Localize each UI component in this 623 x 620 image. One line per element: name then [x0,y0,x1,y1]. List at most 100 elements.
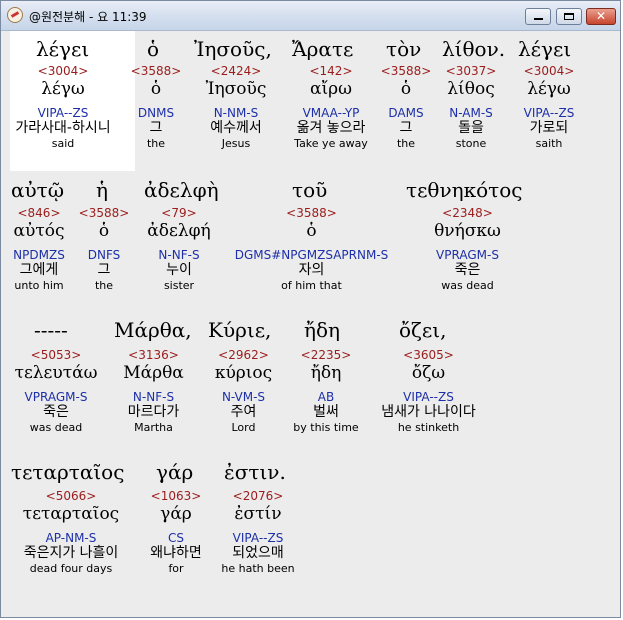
morph-code: VPRAGM-S [436,248,499,262]
surface-word[interactable]: Ἰησοῦς, [194,37,272,61]
surface-word[interactable]: τεθνηκότος [406,178,522,202]
word-analysis[interactable]: <3588> ὁ DAMS 그 the [376,64,436,151]
english-gloss: he hath been [221,562,295,575]
word-analysis[interactable]: <142> αἴρω VMAA--YP 옮겨 놓으라 Take ye away [281,64,381,151]
word-analysis[interactable]: <2235> ἤδη AB 벌써 by this time [276,348,376,435]
strong-number: <3588> [380,64,432,78]
surface-word[interactable]: λέγει [36,37,89,61]
strong-number: <2076> [232,489,284,503]
surface-word[interactable]: αὐτῷ [11,178,64,202]
surface-word[interactable]: λίθον. [442,37,505,61]
word-analysis[interactable]: <5066> τεταρταῖος AP-NM-S 죽은지가 나흘이 dead … [6,489,136,576]
strong-number: <846> [17,206,61,220]
surface-word[interactable]: γάρ [156,460,193,484]
surface-word[interactable]: ἡ [96,178,108,202]
word-analysis[interactable]: <3004> λέγω VIPA--ZS 가라사대-하시니 said [3,64,123,151]
english-gloss: dead four days [29,562,113,575]
strong-number: <142> [309,64,353,78]
surface-word[interactable]: λέγει [518,37,571,61]
morph-code: AB [317,390,335,404]
surface-word[interactable]: ἀδελφὴ [144,178,219,202]
word-analysis[interactable]: <3588> ὁ DGMS#NPGMZSAPRNM-S 자의 of him th… [224,206,399,293]
lemma: λίθος [447,79,495,99]
word-analysis[interactable]: <2076> ἐστίν VIPA--ZS 되었으매 he hath been [213,489,303,576]
english-gloss: Lord [231,421,256,434]
title-bar[interactable]: @원전분해 - 요 11:39 ✕ [1,1,620,31]
app-logo-icon [7,7,23,23]
word-analysis[interactable]: <3037> λίθος N-AM-S 돌을 stone [436,64,506,151]
word-analysis[interactable]: <2424> Ἰησοῦς N-NM-S 예수께서 Jesus [191,64,281,151]
lemma: ὁ [150,79,162,99]
surface-word[interactable]: ὁ [147,37,159,61]
korean-gloss: 벌써 [313,404,339,420]
word-analysis[interactable]: <1063> γάρ CS 왜냐하면 for [136,489,216,576]
morph-code: VIPA--ZS [232,531,284,545]
app-window: @원전분해 - 요 11:39 ✕ λέγει ὁ Ἰησοῦς, Ἄρατε … [0,0,621,618]
close-button[interactable]: ✕ [586,8,616,25]
maximize-button[interactable] [556,8,582,25]
lemma: λέγω [41,79,85,99]
word-analysis[interactable]: <3004> λέγω VIPA--ZS 가로되 saith [509,64,589,151]
morph-code: N-NF-S [132,390,175,404]
strong-number: <3588> [78,206,130,220]
word-analysis[interactable]: <3588> ὁ DNMS 그 the [121,64,191,151]
surface-word[interactable]: ὄζει, [399,318,446,342]
surface-word[interactable]: Ἄρατε [292,37,353,61]
korean-gloss: 되었으매 [232,545,284,561]
korean-gloss: 그 [97,262,111,278]
word-analysis[interactable]: <2962> κύριος N-VM-S 주여 Lord [201,348,286,435]
lemma: θνήσκω [434,221,501,241]
english-gloss: saith [535,137,563,150]
lemma: αὐτός [13,221,65,241]
korean-gloss: 죽은 [454,262,481,278]
morph-code: CS [168,531,184,545]
english-gloss: was dead [29,421,83,434]
korean-gloss: 누이 [166,262,192,278]
morph-code: N-NM-S [213,106,259,120]
word-analysis[interactable]: <3588> ὁ DNFS 그 the [74,206,134,293]
word-analysis[interactable]: <3605> ὄζω VIPA--ZS 냄새가 나나이다 he stinketh [366,348,491,435]
strong-number: <3004> [37,64,89,78]
word-analysis[interactable]: <846> αὐτός NPDMZS 그에게 unto him [4,206,74,293]
lemma: λέγω [527,79,571,99]
word-analysis[interactable]: <79> ἀδελφή N-NF-S 누이 sister [134,206,224,293]
strong-number: <3588> [130,64,182,78]
strong-number: <79> [161,206,197,220]
english-gloss: of him that [281,279,342,292]
surface-word[interactable]: τὸν [386,37,421,61]
lemma: Μάρθα [123,363,184,383]
surface-word[interactable]: ----- [34,318,68,342]
minimize-button[interactable] [525,8,551,25]
morph-code: DNMS [137,106,175,120]
lemma: ὁ [306,221,317,241]
word-analysis[interactable]: <5053> τελευτάω VPRAGM-S 죽은 was dead [6,348,106,435]
morph-code: VIPA--ZS [523,106,575,120]
strong-number: <3004> [523,64,575,78]
english-gloss: said [51,137,75,150]
surface-word[interactable]: Μάρθα, [114,318,192,342]
strong-number: <3037> [445,64,497,78]
surface-word[interactable]: Κύριε, [208,318,271,342]
strong-number: <2424> [210,64,262,78]
english-gloss: for [168,562,184,575]
english-gloss: the [146,137,166,150]
lemma: κύριος [214,363,273,383]
korean-gloss: 죽은지가 나흘이 [23,545,119,561]
strong-number: <2235> [300,348,352,362]
strong-number: <5066> [45,489,97,503]
morph-code: NPDMZS [13,248,65,262]
close-icon: ✕ [595,9,607,23]
word-analysis[interactable]: <2348> θνήσκω VPRAGM-S 죽은 was dead [420,206,515,293]
surface-word[interactable]: ἐστιν. [224,460,286,484]
surface-word[interactable]: ἤδη [304,318,340,342]
surface-word[interactable]: τεταρταῖος [11,460,124,484]
korean-gloss: 그에게 [19,262,59,278]
surface-word[interactable]: τοῦ [292,178,327,202]
lemma: ἀδελφή [147,221,211,241]
lemma: αἴρω [309,79,352,99]
english-gloss: stone [455,137,487,150]
korean-gloss: 가라사대-하시니 [15,120,111,136]
english-gloss: by this time [293,421,359,434]
strong-number: <5053> [30,348,82,362]
word-analysis[interactable]: <3136> Μάρθα N-NF-S 마르다가 Martha [106,348,201,435]
